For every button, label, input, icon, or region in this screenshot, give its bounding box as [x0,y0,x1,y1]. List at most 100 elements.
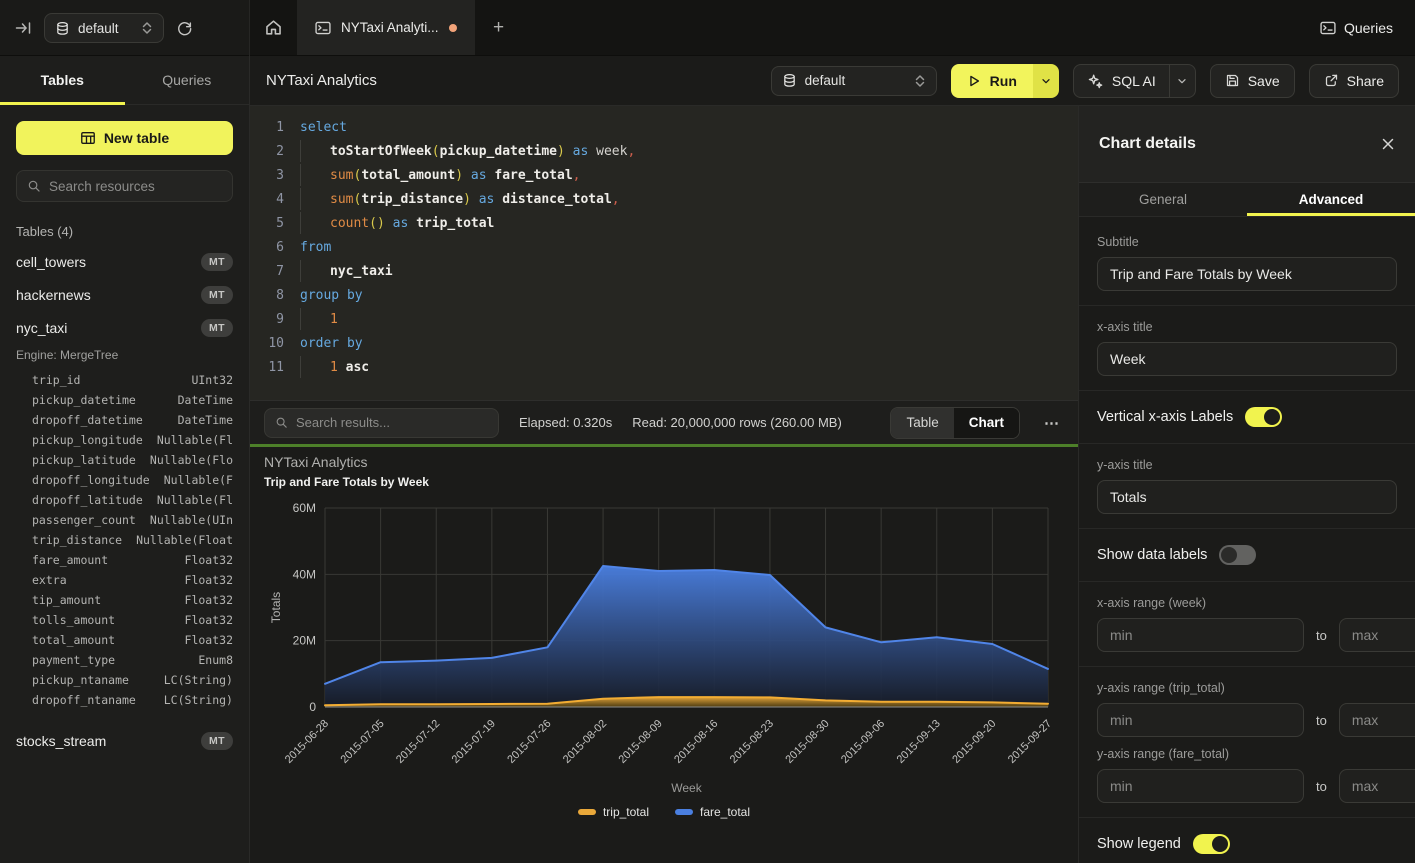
chart-legend: trip_total fare_total [250,805,1078,819]
show-data-labels-toggle[interactable] [1219,545,1256,565]
search-icon [275,416,288,429]
resource-search-input[interactable] [49,179,226,194]
column-name: trip_distance [32,533,122,547]
sql-ai-options-button[interactable] [1169,65,1195,97]
more-options-button[interactable]: ⋯ [1040,414,1064,432]
column-type: Nullable(Flo [150,453,233,467]
x-range-min-input[interactable] [1097,618,1304,652]
table-row[interactable]: stocks_streamMT [16,724,233,757]
line-number: 4 [250,188,300,212]
column-type: Float32 [185,573,233,587]
engine-badge: MT [201,286,233,304]
svg-text:2015-09-06: 2015-09-06 [839,718,887,766]
x-range-label: x-axis range (week) [1097,596,1397,610]
queries-button[interactable]: Queries [1320,0,1393,56]
close-icon[interactable] [1381,137,1395,151]
line-number: 7 [250,260,300,284]
svg-text:2015-06-28: 2015-06-28 [283,718,331,766]
legend-item-fare_total[interactable]: fare_total [675,805,750,819]
new-tab-button[interactable]: + [475,0,523,55]
query-database-selector[interactable]: default [771,66,937,96]
terminal-icon [1320,21,1336,35]
engine-badge: MT [201,732,233,750]
query-toolbar: NYTaxi Analytics default Run [250,56,1415,106]
legend-item-trip_total[interactable]: trip_total [578,805,649,819]
database-selector[interactable]: default [44,13,164,43]
svg-text:60M: 60M [293,501,316,515]
column-row: dropoff_ntanameLC(String) [16,690,233,710]
line-number: 6 [250,236,300,260]
sidebar-tab-queries[interactable]: Queries [125,56,250,104]
y-range-trip-min-input[interactable] [1097,703,1304,737]
tab-nytaxi-analytics[interactable]: NYTaxi Analyti... [297,0,475,55]
share-button[interactable]: Share [1309,64,1399,98]
y-range-trip-label: y-axis range (trip_total) [1097,681,1397,695]
editor-line: 7nyc_taxi [250,260,1078,284]
column-type: LC(String) [164,673,233,687]
table-row[interactable]: hackernews MT [16,278,233,311]
panel-tab-general[interactable]: General [1079,183,1247,217]
resource-search [16,170,233,202]
vertical-x-labels-toggle[interactable] [1245,407,1282,427]
table-row[interactable]: nyc_taxiMT [16,311,233,344]
x-axis-title-input[interactable] [1097,342,1397,376]
sidebar-tab-tables[interactable]: Tables [0,56,125,104]
table-engine: Engine: MergeTree [16,344,233,366]
column-type: Float32 [185,553,233,567]
column-name: tip_amount [32,593,101,607]
table-name: nyc_taxi [16,320,67,336]
line-number: 10 [250,332,300,356]
new-table-button[interactable]: New table [16,121,233,155]
chart-canvas[interactable]: 020M40M60MTotals2015-06-282015-07-052015… [250,447,1078,863]
column-type: UInt32 [191,373,233,387]
database-icon [782,73,797,88]
editor-line: 8group by [250,284,1078,308]
show-legend-toggle[interactable] [1193,834,1230,854]
column-name: dropoff_datetime [32,413,143,427]
table-row[interactable]: cell_towersMT [16,245,233,278]
y-axis-title-label: y-axis title [1097,458,1397,472]
subtitle-input[interactable] [1097,257,1397,291]
svg-text:2015-07-05: 2015-07-05 [338,718,386,766]
y-axis-title-input[interactable] [1097,480,1397,514]
table-name: hackernews [16,287,91,303]
line-number: 1 [250,116,300,140]
run-button-group: Run [951,64,1059,98]
show-data-labels-label: Show data labels [1097,547,1207,563]
tab-strip: NYTaxi Analyti... + [250,0,1415,55]
svg-text:2015-07-19: 2015-07-19 [450,718,498,766]
tab-title: NYTaxi Analyti... [341,20,439,35]
y-range-fare-min-input[interactable] [1097,769,1304,803]
column-type: Nullable(Float [136,533,233,547]
table-name: cell_towers [16,254,86,270]
editor-line: 1select [250,116,1078,140]
line-number: 11 [250,356,300,380]
sql-editor[interactable]: 1select2toStartOfWeek(pickup_datetime) a… [250,106,1078,400]
editor-line: 3sum(total_amount) as fare_total, [250,164,1078,188]
home-button[interactable] [250,0,297,55]
view-toggle-chart[interactable]: Chart [954,408,1019,438]
vertical-x-labels-label: Vertical x-axis Labels [1097,409,1233,425]
view-toggle-table[interactable]: Table [891,408,953,438]
run-options-button[interactable] [1033,64,1059,98]
column-name: total_amount [32,633,115,647]
chart-section: NYTaxi Analytics Trip and Fare Totals by… [250,447,1078,863]
column-type: DateTime [178,393,233,407]
collapse-sidebar-icon[interactable] [14,19,32,37]
svg-text:2015-08-02: 2015-08-02 [561,718,609,766]
tables-section-title: Tables (4) [16,224,233,239]
x-range-max-input[interactable] [1339,618,1415,652]
y-range-fare-max-input[interactable] [1339,769,1415,803]
save-button[interactable]: Save [1210,64,1295,98]
database-selector-value: default [78,21,119,36]
results-search-input[interactable] [296,415,488,430]
refresh-icon[interactable] [176,20,193,37]
run-button[interactable]: Run [951,64,1033,98]
database-icon [55,21,70,36]
panel-tab-advanced[interactable]: Advanced [1247,183,1415,217]
editor-line: 6from [250,236,1078,260]
editor-line: 111 asc [250,356,1078,380]
show-legend-label: Show legend [1097,836,1181,852]
sql-ai-button[interactable]: SQL AI [1074,65,1169,97]
y-range-trip-max-input[interactable] [1339,703,1415,737]
